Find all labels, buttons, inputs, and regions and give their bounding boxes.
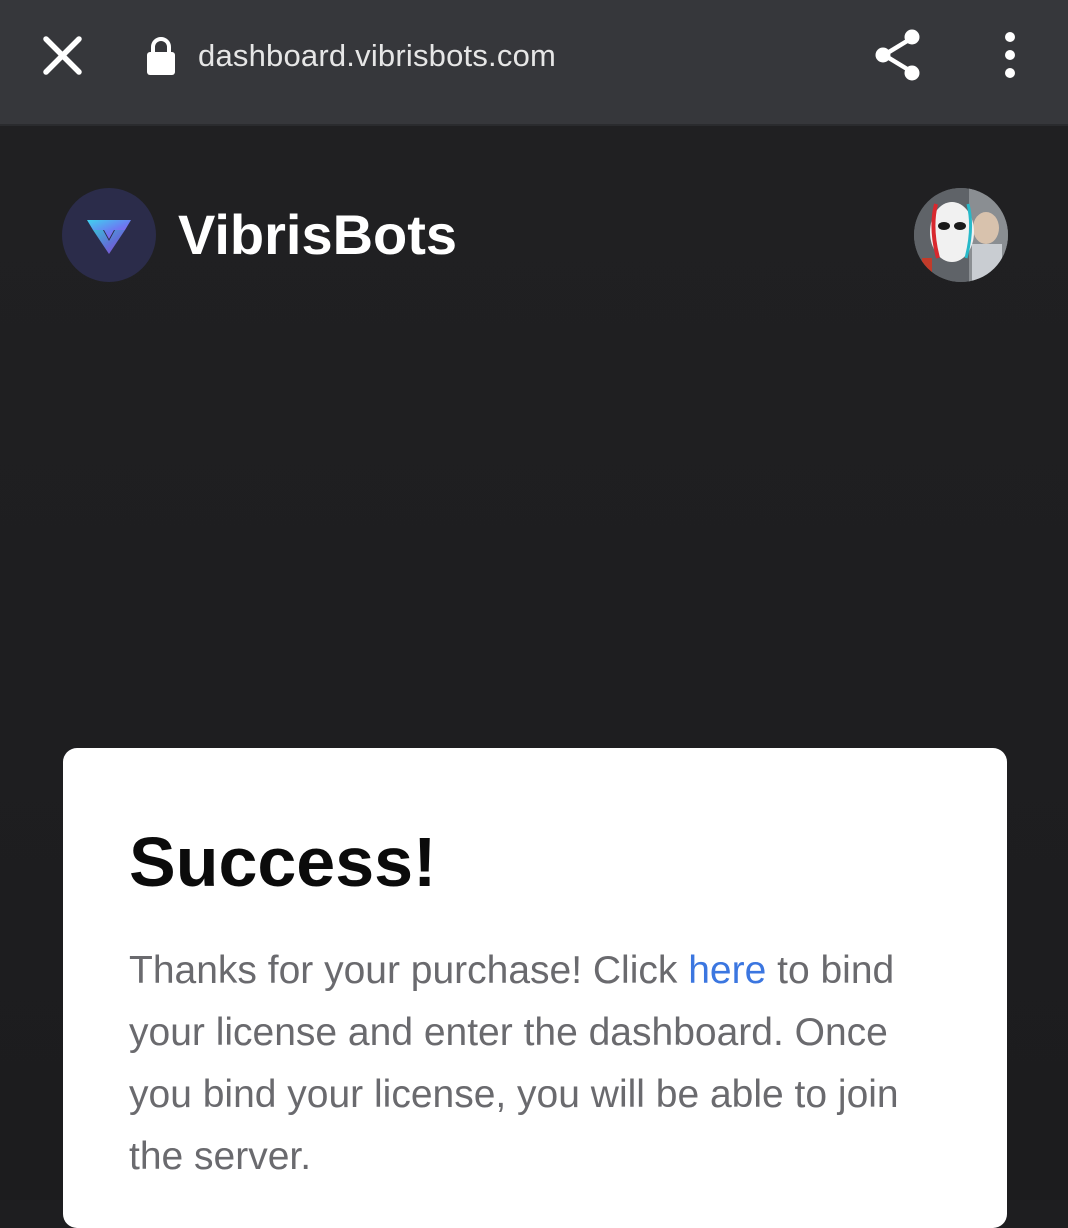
message-text-before-link: Thanks for your purchase! Click [129,949,689,992]
browser-toolbar: dashboard.vibrisbots.com [0,0,1068,126]
user-avatar[interactable] [914,188,1008,282]
address-bar-url[interactable]: dashboard.vibrisbots.com [198,34,556,78]
card-title: Success! [129,823,437,901]
share-icon [875,29,920,81]
more-options-button[interactable] [990,28,1030,82]
close-icon [43,36,82,75]
avatar-image [914,188,1008,282]
card-message: Thanks for your purchase! Click here to … [129,940,959,1188]
share-button[interactable] [868,24,928,86]
more-vertical-icon [1005,32,1015,78]
bind-license-link[interactable]: here [688,949,766,992]
brand-logo[interactable] [62,188,156,282]
success-card: Success! Thanks for your purchase! Click… [63,748,1007,1228]
page-content: VibrisBots Success! Thanks for your purc… [0,126,1068,1228]
brand-name: VibrisBots [178,203,458,266]
vibrisbots-logo-icon [87,220,131,254]
lock-icon [147,37,175,75]
close-button[interactable] [36,30,88,82]
